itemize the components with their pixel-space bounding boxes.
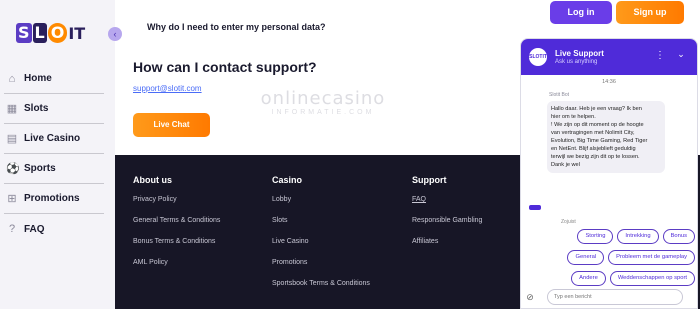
sidebar-item-sports[interactable]: ⚽ Sports bbox=[4, 154, 104, 184]
footer-heading: Support bbox=[412, 175, 447, 185]
attachment-icon[interactable]: ⊘ bbox=[525, 292, 535, 303]
quick-reply-button[interactable]: General bbox=[567, 250, 605, 265]
footer-link[interactable]: AML Policy bbox=[133, 258, 220, 279]
footer-link[interactable]: FAQ bbox=[412, 195, 482, 216]
sidebar-item-label: Home bbox=[24, 73, 52, 84]
faq-icon: ? bbox=[8, 223, 16, 235]
more-options-icon[interactable]: ⋮ bbox=[655, 50, 665, 61]
chat-title: Live Support bbox=[555, 49, 604, 58]
chat-titles: Live Support Ask us anything bbox=[555, 49, 604, 65]
quick-replies: Storting Intrekking Bonus General Proble… bbox=[535, 229, 695, 292]
sidebar-item-faq[interactable]: ? FAQ bbox=[4, 214, 104, 244]
quick-reply-row: Storting Intrekking Bonus bbox=[535, 229, 695, 244]
watermark-sub: INFORMATIE.COM bbox=[271, 109, 375, 116]
footer-link[interactable]: Promotions bbox=[272, 258, 370, 279]
slots-icon: ▦ bbox=[6, 102, 18, 115]
chat-header: SLOTIT Live Support Ask us anything ⋮ ⌄ bbox=[521, 39, 697, 75]
sidebar-item-promotions[interactable]: ⊞ Promotions bbox=[4, 184, 104, 214]
footer-link[interactable]: Sportsbook Terms & Conditions bbox=[272, 279, 370, 300]
quick-reply-button[interactable]: Intrekking bbox=[617, 229, 659, 244]
footer-link[interactable]: Live Casino bbox=[272, 237, 370, 258]
page-title: How can I contact support? bbox=[133, 59, 317, 75]
chat-subtitle: Ask us anything bbox=[555, 59, 598, 65]
message-line: Dank je wel bbox=[551, 162, 580, 168]
sidebar-item-label: Slots bbox=[24, 103, 49, 114]
quick-reply-button[interactable]: Storting bbox=[577, 229, 614, 244]
footer-heading: About us bbox=[133, 175, 172, 185]
sidebar-item-label: Promotions bbox=[24, 193, 80, 204]
live-casino-icon: ▤ bbox=[6, 132, 18, 145]
footer-link[interactable]: Affiliates bbox=[412, 237, 482, 258]
logo-letter-o: O bbox=[47, 23, 68, 43]
logo-badge: S L O IT bbox=[16, 23, 85, 43]
chat-message-input[interactable] bbox=[547, 289, 683, 305]
chat-input-row: ⊘ bbox=[521, 284, 697, 308]
message-line: ! We zijn op dit moment op de hoogte bbox=[551, 122, 644, 128]
quick-reply-button[interactable]: Probleem met de gameplay bbox=[608, 250, 695, 265]
footer-link[interactable]: Bonus Terms & Conditions bbox=[133, 237, 220, 258]
message-line: terwijl we bezig zijn dit op te lossen. bbox=[551, 154, 640, 160]
footer-link[interactable]: Responsible Gambling bbox=[412, 216, 482, 237]
chat-widget: SLOTIT Live Support Ask us anything ⋮ ⌄ … bbox=[520, 38, 698, 309]
watermark-main: onlinecasino bbox=[260, 88, 386, 109]
sidebar-item-label: Live Casino bbox=[24, 133, 81, 144]
chat-message-bubble: Hallo daar. Heb je een vraag? Ik ben hie… bbox=[547, 101, 665, 173]
footer-heading: Casino bbox=[272, 175, 303, 185]
message-line: hier om te helpen. bbox=[551, 114, 596, 120]
promotions-icon: ⊞ bbox=[7, 192, 17, 205]
sidebar-item-live-casino[interactable]: ▤ Live Casino bbox=[4, 124, 104, 154]
logo-suffix: IT bbox=[68, 23, 86, 43]
message-status: Zojuist bbox=[561, 219, 576, 225]
faq-question[interactable]: Why do I need to enter my personal data? bbox=[147, 22, 326, 32]
chevron-down-icon[interactable]: ⌄ bbox=[675, 49, 687, 60]
chat-body[interactable]: 14:36 Slotit Bot Hallo daar. Heb je een … bbox=[521, 75, 697, 308]
watermark: onlinecasino INFORMATIE.COM bbox=[233, 88, 413, 116]
footer-link[interactable]: General Terms & Conditions bbox=[133, 216, 220, 237]
bot-avatar-icon bbox=[529, 205, 541, 210]
avatar: SLOTIT bbox=[529, 48, 547, 66]
home-icon: ⌂ bbox=[8, 72, 16, 85]
quick-reply-row: General Probleem met de gameplay bbox=[535, 250, 695, 265]
footer-link[interactable]: Lobby bbox=[272, 195, 370, 216]
footer-link[interactable]: Slots bbox=[272, 216, 370, 237]
footer-column-about: About us Privacy Policy General Terms & … bbox=[133, 175, 220, 279]
sidebar-nav: ⌂ Home ▦ Slots ▤ Live Casino ⚽ Sports ⊞ … bbox=[4, 64, 104, 244]
sidebar: S L O IT ⌂ Home ▦ Slots ▤ Live Casino ⚽ … bbox=[0, 0, 115, 309]
message-timestamp: 14:36 bbox=[602, 79, 616, 85]
signup-button[interactable]: Sign up bbox=[616, 1, 684, 24]
logo-letter-s: S bbox=[16, 23, 32, 43]
sidebar-item-slots[interactable]: ▦ Slots bbox=[4, 94, 104, 124]
message-sender: Slotit Bot bbox=[549, 92, 570, 98]
sports-icon: ⚽ bbox=[6, 162, 20, 175]
message-line: Evolution, Big Time Gaming, Red Tiger bbox=[551, 138, 648, 144]
footer-column-casino: Casino Lobby Slots Live Casino Promotion… bbox=[272, 175, 370, 300]
logo-letter-l: L bbox=[32, 23, 47, 43]
live-chat-button[interactable]: Live Chat bbox=[133, 113, 210, 137]
footer-link[interactable]: Privacy Policy bbox=[133, 195, 220, 216]
quick-reply-button[interactable]: Bonus bbox=[662, 229, 695, 244]
sidebar-item-label: FAQ bbox=[24, 223, 45, 235]
message-line: van vertragingen met Nolimit City, bbox=[551, 130, 635, 136]
sidebar-item-home[interactable]: ⌂ Home bbox=[4, 64, 104, 94]
chevron-left-icon: ‹ bbox=[113, 29, 117, 39]
sidebar-item-label: Sports bbox=[24, 163, 56, 174]
logo[interactable]: S L O IT bbox=[16, 20, 86, 46]
footer-column-support: Support FAQ Responsible Gambling Affilia… bbox=[412, 175, 482, 258]
login-button[interactable]: Log in bbox=[550, 1, 612, 24]
message-line: Hallo daar. Heb je een vraag? Ik ben bbox=[551, 106, 642, 112]
collapse-sidebar-button[interactable]: ‹ bbox=[108, 27, 122, 41]
message-line: en NetEnt. Blijf alsjeblieft geduldig bbox=[551, 146, 636, 152]
support-email-link[interactable]: support@slotit.com bbox=[133, 84, 202, 93]
